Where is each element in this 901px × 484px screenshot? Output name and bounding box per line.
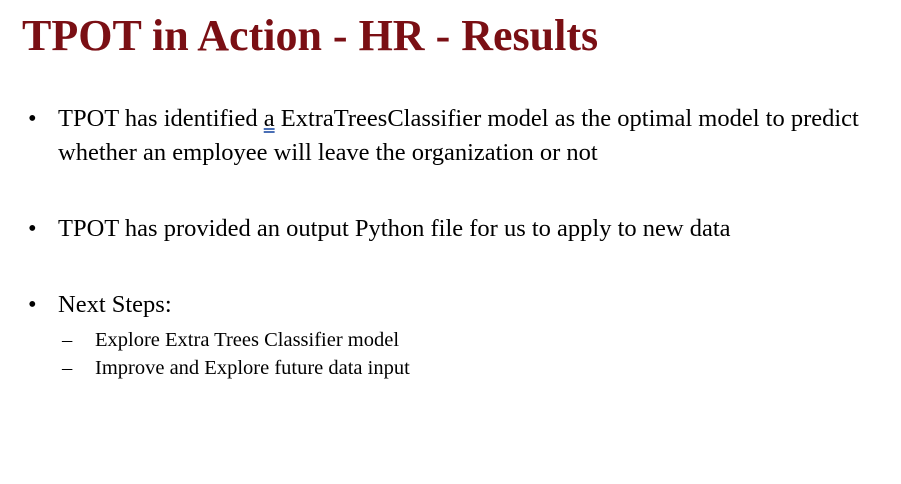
slide-title: TPOT in Action - HR - Results — [22, 11, 599, 60]
sub-bullet-text: Explore Extra Trees Classifier model — [95, 329, 400, 351]
bullet-dot-icon: • — [28, 215, 37, 242]
bullet-text: TPOT has provided an output Python file … — [58, 215, 731, 242]
bullet-dot-icon: • — [28, 105, 37, 132]
dash-icon: – — [62, 357, 73, 379]
sub-bullet-text: Improve and Explore future data input — [95, 357, 410, 379]
underlined-word: a — [263, 105, 275, 132]
bullet-text-start: TPOT has identified — [58, 105, 264, 132]
bullet-text: Next Steps: — [58, 291, 172, 318]
dash-icon: – — [62, 329, 73, 351]
bullet-item: • TPOT has identified a ExtraTreesClassi… — [28, 102, 893, 170]
bullet-text: TPOT has identified a ExtraTreesClassifi… — [58, 102, 893, 170]
bullet-item: • TPOT has provided an output Python fil… — [28, 212, 893, 246]
slide: TPOT in Action - HR - Results • TPOT has… — [0, 0, 901, 484]
bullet-dot-icon: • — [28, 291, 37, 318]
bullet-item: • Next Steps: — [28, 288, 893, 322]
